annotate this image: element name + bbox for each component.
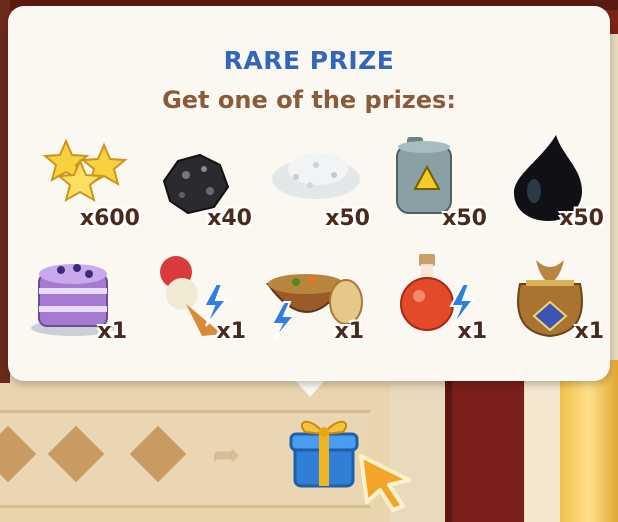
prize-quantity: x600: [79, 206, 140, 231]
prize-quantity: x1: [457, 319, 488, 344]
gift-box-button[interactable]: [285, 412, 363, 490]
prize-fuel: x50: [383, 131, 493, 231]
prize-stew: x1: [260, 244, 370, 344]
prize-cake: x1: [23, 244, 133, 344]
pointer-cursor-icon: [359, 454, 411, 512]
prize-potion: x1: [383, 244, 493, 344]
prize-quantity: x40: [207, 206, 252, 231]
popup-subtitle: Get one of the prizes:: [162, 86, 456, 114]
gold-frame: [560, 360, 618, 522]
prize-quantity: x1: [97, 319, 128, 344]
prize-stars: x600: [36, 131, 146, 231]
prize-salt: x50: [266, 131, 376, 231]
prize-quantity: x1: [334, 319, 365, 344]
prize-quantity: x50: [559, 206, 604, 231]
prize-sack: x1: [500, 244, 610, 344]
prize-ice-cream: x1: [142, 244, 252, 344]
popup-title: RARE PRIZE: [223, 46, 395, 75]
prize-quantity: x50: [325, 206, 370, 231]
panel-gap: [525, 380, 560, 522]
rare-prize-popup: RARE PRIZE Get one of the prizes: x600 x…: [8, 6, 610, 381]
prize-coal: x40: [148, 131, 258, 231]
prize-quantity: x1: [216, 319, 247, 344]
side-panel: [452, 380, 524, 522]
prize-quantity: x50: [442, 206, 487, 231]
prize-oil: x50: [500, 131, 610, 231]
arrow-right-icon: ➦: [212, 435, 241, 475]
prize-quantity: x1: [574, 319, 605, 344]
